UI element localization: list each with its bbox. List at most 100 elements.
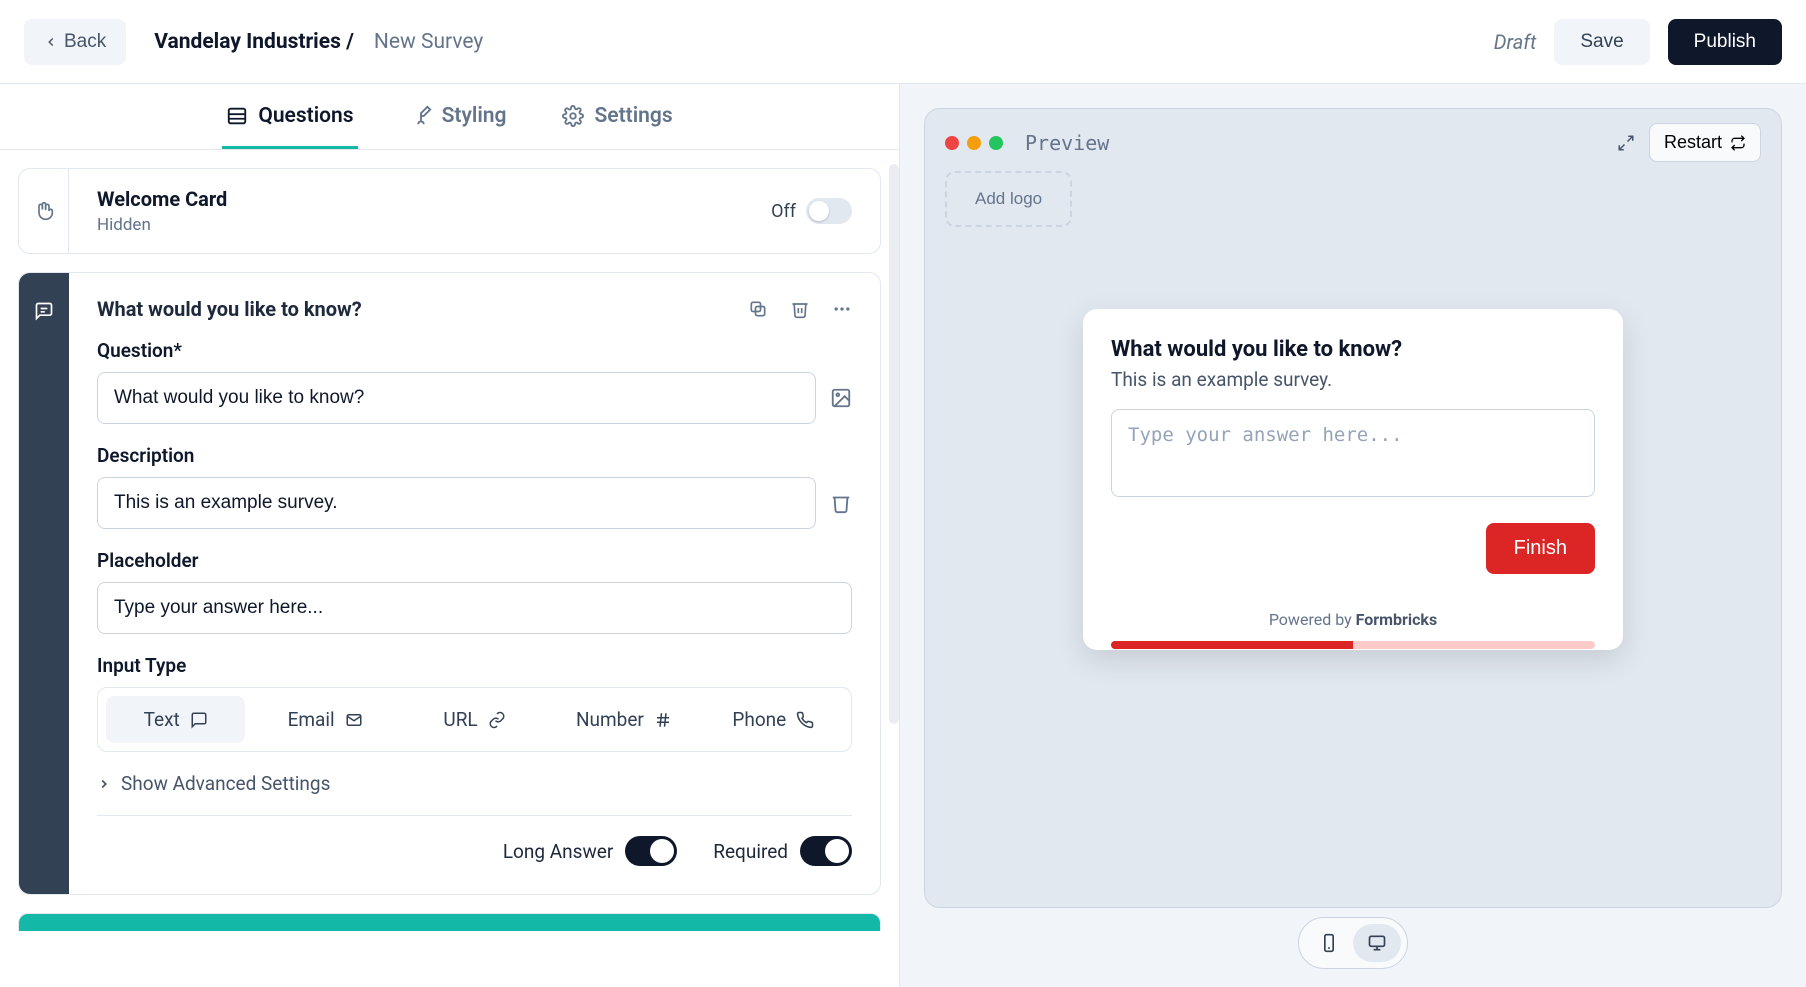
powered-by[interactable]: Powered by Formbricks: [1111, 598, 1595, 641]
welcome-title: Welcome Card: [97, 187, 227, 211]
image-icon: [830, 387, 852, 409]
tab-settings[interactable]: Settings: [558, 84, 676, 149]
gear-icon: [562, 105, 584, 127]
topbar: Back Vandelay Industries / New Survey Dr…: [0, 0, 1806, 84]
refresh-icon: [1730, 135, 1746, 151]
breadcrumb-org[interactable]: Vandelay Industries /: [154, 30, 354, 54]
powered-prefix: Powered by: [1269, 610, 1356, 629]
message-icon: [190, 711, 208, 729]
restart-label: Restart: [1664, 132, 1722, 153]
status-draft: Draft: [1494, 30, 1537, 54]
tab-questions-label: Questions: [258, 104, 353, 128]
welcome-state-label: Off: [771, 201, 796, 222]
survey-question: What would you like to know?: [1111, 337, 1595, 362]
preview-label: Preview: [1025, 131, 1109, 155]
tab-questions[interactable]: Questions: [222, 84, 357, 149]
question-title: What would you like to know?: [97, 297, 362, 321]
advanced-settings-toggle[interactable]: Show Advanced Settings: [97, 772, 852, 795]
image-add-button[interactable]: [830, 387, 852, 409]
long-answer-label: Long Answer: [503, 840, 613, 863]
long-answer-toggle[interactable]: [625, 836, 677, 866]
hash-icon: [654, 711, 672, 729]
trash-icon: [830, 492, 852, 514]
input-type-text-label: Text: [144, 708, 180, 731]
welcome-toggle[interactable]: [806, 198, 852, 224]
placeholder-input[interactable]: [97, 582, 852, 634]
input-type-email-label: Email: [288, 708, 335, 731]
survey-progress-bar: [1111, 641, 1353, 649]
description-input[interactable]: [97, 477, 816, 529]
finish-button[interactable]: Finish: [1486, 523, 1595, 574]
survey-preview-card: What would you like to know? This is an …: [1083, 309, 1623, 650]
preview-pane: Preview Restart Add logo What would you …: [900, 84, 1806, 987]
tab-styling-label: Styling: [442, 104, 507, 128]
input-type-number-label: Number: [576, 708, 644, 731]
input-type-url-label: URL: [443, 708, 477, 731]
expand-button[interactable]: [1617, 134, 1635, 152]
message-icon: [34, 301, 54, 321]
duplicate-button[interactable]: [748, 299, 768, 319]
mobile-icon: [1319, 933, 1339, 953]
back-label: Back: [64, 31, 106, 53]
question-input[interactable]: [97, 372, 816, 424]
delete-button[interactable]: [790, 299, 810, 319]
powered-brand: Formbricks: [1356, 610, 1438, 629]
placeholder-field-label: Placeholder: [97, 549, 852, 572]
chevron-left-icon: [44, 35, 58, 49]
welcome-card[interactable]: Welcome Card Hidden Off: [18, 168, 881, 254]
device-toggle: [1298, 917, 1408, 969]
tab-styling[interactable]: Styling: [406, 84, 511, 149]
mail-icon: [345, 711, 363, 729]
input-type-phone-label: Phone: [732, 708, 786, 731]
publish-button[interactable]: Publish: [1668, 19, 1782, 65]
traffic-red-icon: [945, 136, 959, 150]
device-desktop[interactable]: [1353, 924, 1401, 962]
input-type-text[interactable]: Text: [106, 696, 245, 743]
add-logo-button[interactable]: Add logo: [945, 171, 1072, 227]
input-type-phone[interactable]: Phone: [704, 696, 843, 743]
question-field-label: Question*: [97, 339, 852, 362]
survey-description: This is an example survey.: [1111, 368, 1595, 391]
save-button[interactable]: Save: [1554, 19, 1649, 65]
input-type-label: Input Type: [97, 654, 852, 677]
question-type-indicator[interactable]: [19, 273, 69, 894]
input-type-url[interactable]: URL: [405, 696, 544, 743]
scrollbar[interactable]: [889, 164, 899, 724]
tab-settings-label: Settings: [594, 104, 672, 128]
more-button[interactable]: [832, 299, 852, 319]
input-type-number[interactable]: Number: [554, 696, 693, 743]
more-icon: [832, 299, 852, 319]
survey-progress: [1111, 641, 1595, 649]
brush-icon: [410, 105, 432, 127]
preview-frame: Preview Restart Add logo What would you …: [924, 108, 1782, 908]
description-field-label: Description: [97, 444, 852, 467]
copy-icon: [748, 299, 768, 319]
desktop-icon: [1367, 933, 1387, 953]
input-type-group: Text Email URL: [97, 687, 852, 752]
editor-pane: Questions Styling Settings: [0, 84, 900, 987]
expand-icon: [1617, 134, 1635, 152]
description-delete-button[interactable]: [830, 492, 852, 514]
survey-answer-input[interactable]: [1111, 409, 1595, 497]
editor-tabs: Questions Styling Settings: [0, 84, 899, 150]
input-type-email[interactable]: Email: [255, 696, 394, 743]
welcome-subtitle: Hidden: [97, 215, 227, 235]
traffic-yellow-icon: [967, 136, 981, 150]
link-icon: [488, 711, 506, 729]
device-mobile[interactable]: [1305, 924, 1353, 962]
drag-handle[interactable]: [19, 169, 69, 253]
question-card: What would you like to know?: [18, 272, 881, 895]
breadcrumb: Vandelay Industries / New Survey: [154, 30, 483, 54]
list-icon: [226, 105, 248, 127]
back-button[interactable]: Back: [24, 19, 126, 65]
required-label: Required: [713, 840, 788, 863]
phone-icon: [796, 711, 814, 729]
required-toggle[interactable]: [800, 836, 852, 866]
next-card-peek[interactable]: [18, 913, 881, 931]
advanced-label: Show Advanced Settings: [121, 772, 330, 795]
chevron-right-icon: [97, 777, 111, 791]
restart-button[interactable]: Restart: [1649, 123, 1761, 162]
trash-icon: [790, 299, 810, 319]
breadcrumb-page: New Survey: [374, 30, 483, 54]
hand-icon: [34, 201, 54, 221]
